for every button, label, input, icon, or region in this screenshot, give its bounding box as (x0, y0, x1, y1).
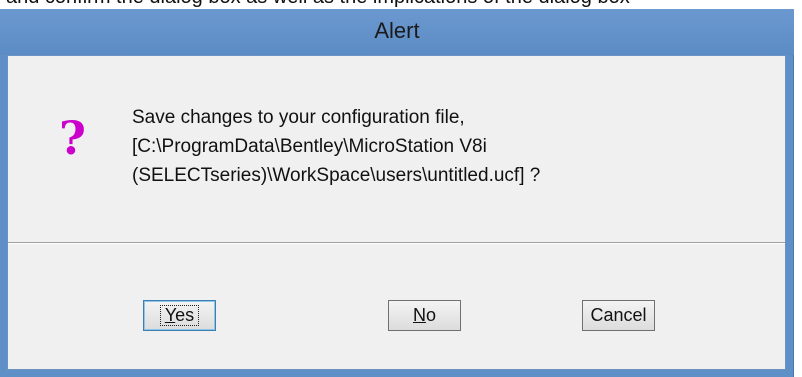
message-line: (SELECTseries)\WorkSpace\users\untitled.… (132, 165, 541, 186)
partial-text-above-window: and confirm the dialog box as well as th… (0, 0, 802, 9)
alert-dialog: Alert ? Save changes to your configurati… (0, 9, 794, 377)
cropped-caption: and confirm the dialog box as well as th… (6, 0, 630, 9)
no-button-label: No (412, 305, 436, 325)
question-icon: ? (59, 111, 86, 165)
dialog-body: ? Save changes to your configuration fil… (7, 55, 786, 370)
message-line: Save changes to your configuration file, (132, 107, 465, 128)
separator-line (8, 242, 785, 244)
yes-button-label: Yes (159, 305, 200, 326)
dialog-title: Alert (374, 18, 420, 43)
message-text: Save changes to your configuration file,… (132, 103, 752, 190)
message-line: [C:\ProgramData\Bentley\MicroStation V8i (132, 136, 487, 157)
title-bar[interactable]: Alert (0, 9, 794, 55)
cancel-button-label: Cancel (590, 305, 647, 325)
no-button[interactable]: No (388, 300, 461, 331)
cancel-button[interactable]: Cancel (582, 300, 655, 331)
yes-button[interactable]: Yes (143, 300, 216, 331)
